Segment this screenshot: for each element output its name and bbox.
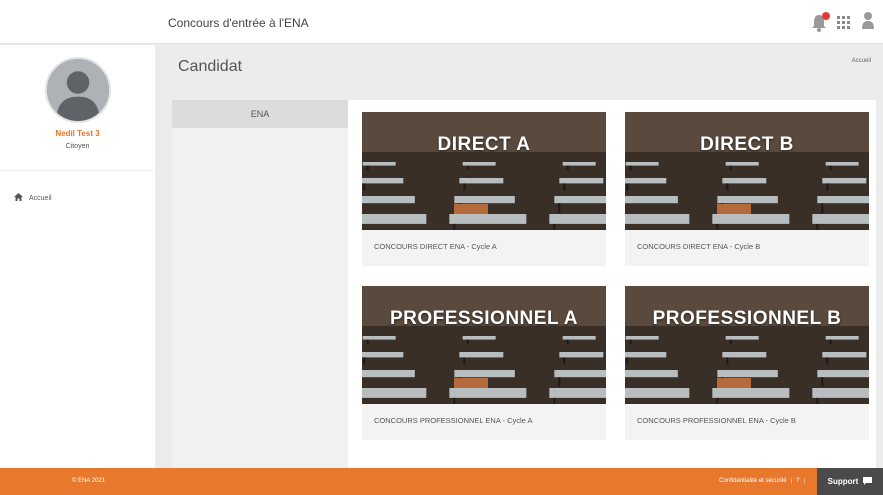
card-caption: CONCOURS DIRECT ENA - Cycle B [637, 242, 761, 251]
footer: © ENA 2021 Confidentialité et sécurité |… [0, 468, 883, 495]
footer-links: Confidentialité et sécurité | ? | [719, 478, 805, 484]
grid-icon[interactable] [837, 15, 851, 30]
classroom-image [362, 286, 606, 404]
card-professionnel-b[interactable]: PROFESSIONNEL B CONCOURS PROFESSIONNEL E… [625, 286, 869, 440]
breadcrumb[interactable]: Accueil [852, 58, 871, 64]
card-caption: CONCOURS PROFESSIONNEL ENA - Cycle B [637, 416, 796, 425]
cards-area: DIRECT A CONCOURS DIRECT ENA - Cycle A D… [348, 100, 876, 468]
separator: | [803, 478, 805, 484]
sidebar-item-home[interactable]: Accueil [14, 193, 52, 203]
chat-icon [863, 476, 873, 487]
top-bar: Concours d'entrée à l'ENA [0, 0, 883, 44]
separator: | [790, 478, 793, 484]
user-role: Citoyen [65, 143, 90, 150]
card-heading: PROFESSIONNEL A [389, 308, 579, 329]
card-direct-a[interactable]: DIRECT A CONCOURS DIRECT ENA - Cycle A [362, 112, 606, 266]
card-caption: CONCOURS PROFESSIONNEL ENA - Cycle A [374, 416, 533, 425]
app-title[interactable]: Concours d'entrée à l'ENA [168, 16, 309, 30]
support-button[interactable]: Support [817, 468, 883, 495]
divider [0, 170, 155, 171]
classroom-image [625, 112, 869, 230]
home-icon [14, 193, 23, 203]
footer-copyright: © ENA 2021 [72, 478, 106, 484]
privacy-link[interactable]: Confidentialité et sécurité [719, 478, 786, 484]
sidebar: Nedil Test 3 Citoyen Accueil [0, 45, 155, 468]
tab-list: ENA [172, 100, 348, 468]
user-profile: Nedil Test 3 Citoyen [0, 45, 155, 170]
classroom-photo [362, 286, 606, 404]
avatar [45, 57, 111, 123]
card-caption: CONCOURS DIRECT ENA - Cycle A [374, 242, 497, 251]
tab-ena[interactable]: ENA [172, 100, 348, 128]
user-icon[interactable] [861, 10, 875, 35]
card-heading: PROFESSIONNEL B [652, 308, 842, 329]
user-name: Nedil Test 3 [55, 129, 100, 138]
page-title: Candidat [178, 58, 243, 75]
help-link[interactable]: ? [796, 478, 799, 484]
card-direct-b[interactable]: DIRECT B CONCOURS DIRECT ENA - Cycle B [625, 112, 869, 266]
classroom-image [362, 112, 606, 230]
content-panel: ENA DIRECT A CONCOURS DIRECT ENA - Cycle… [172, 100, 876, 468]
card-heading: DIRECT B [700, 134, 794, 155]
card-professionnel-a[interactable]: PROFESSIONNEL A CONCOURS PROFESSIONNEL E… [362, 286, 606, 440]
classroom-photo [362, 112, 606, 230]
bell-icon[interactable] [811, 11, 830, 33]
classroom-image [625, 286, 869, 404]
classroom-photo [625, 286, 869, 404]
classroom-photo [625, 112, 869, 230]
card-heading: DIRECT A [437, 134, 531, 155]
notification-badge [822, 11, 830, 20]
support-label: Support [827, 477, 859, 486]
top-icons [811, 10, 875, 35]
sidebar-item-label: Accueil [29, 194, 52, 202]
